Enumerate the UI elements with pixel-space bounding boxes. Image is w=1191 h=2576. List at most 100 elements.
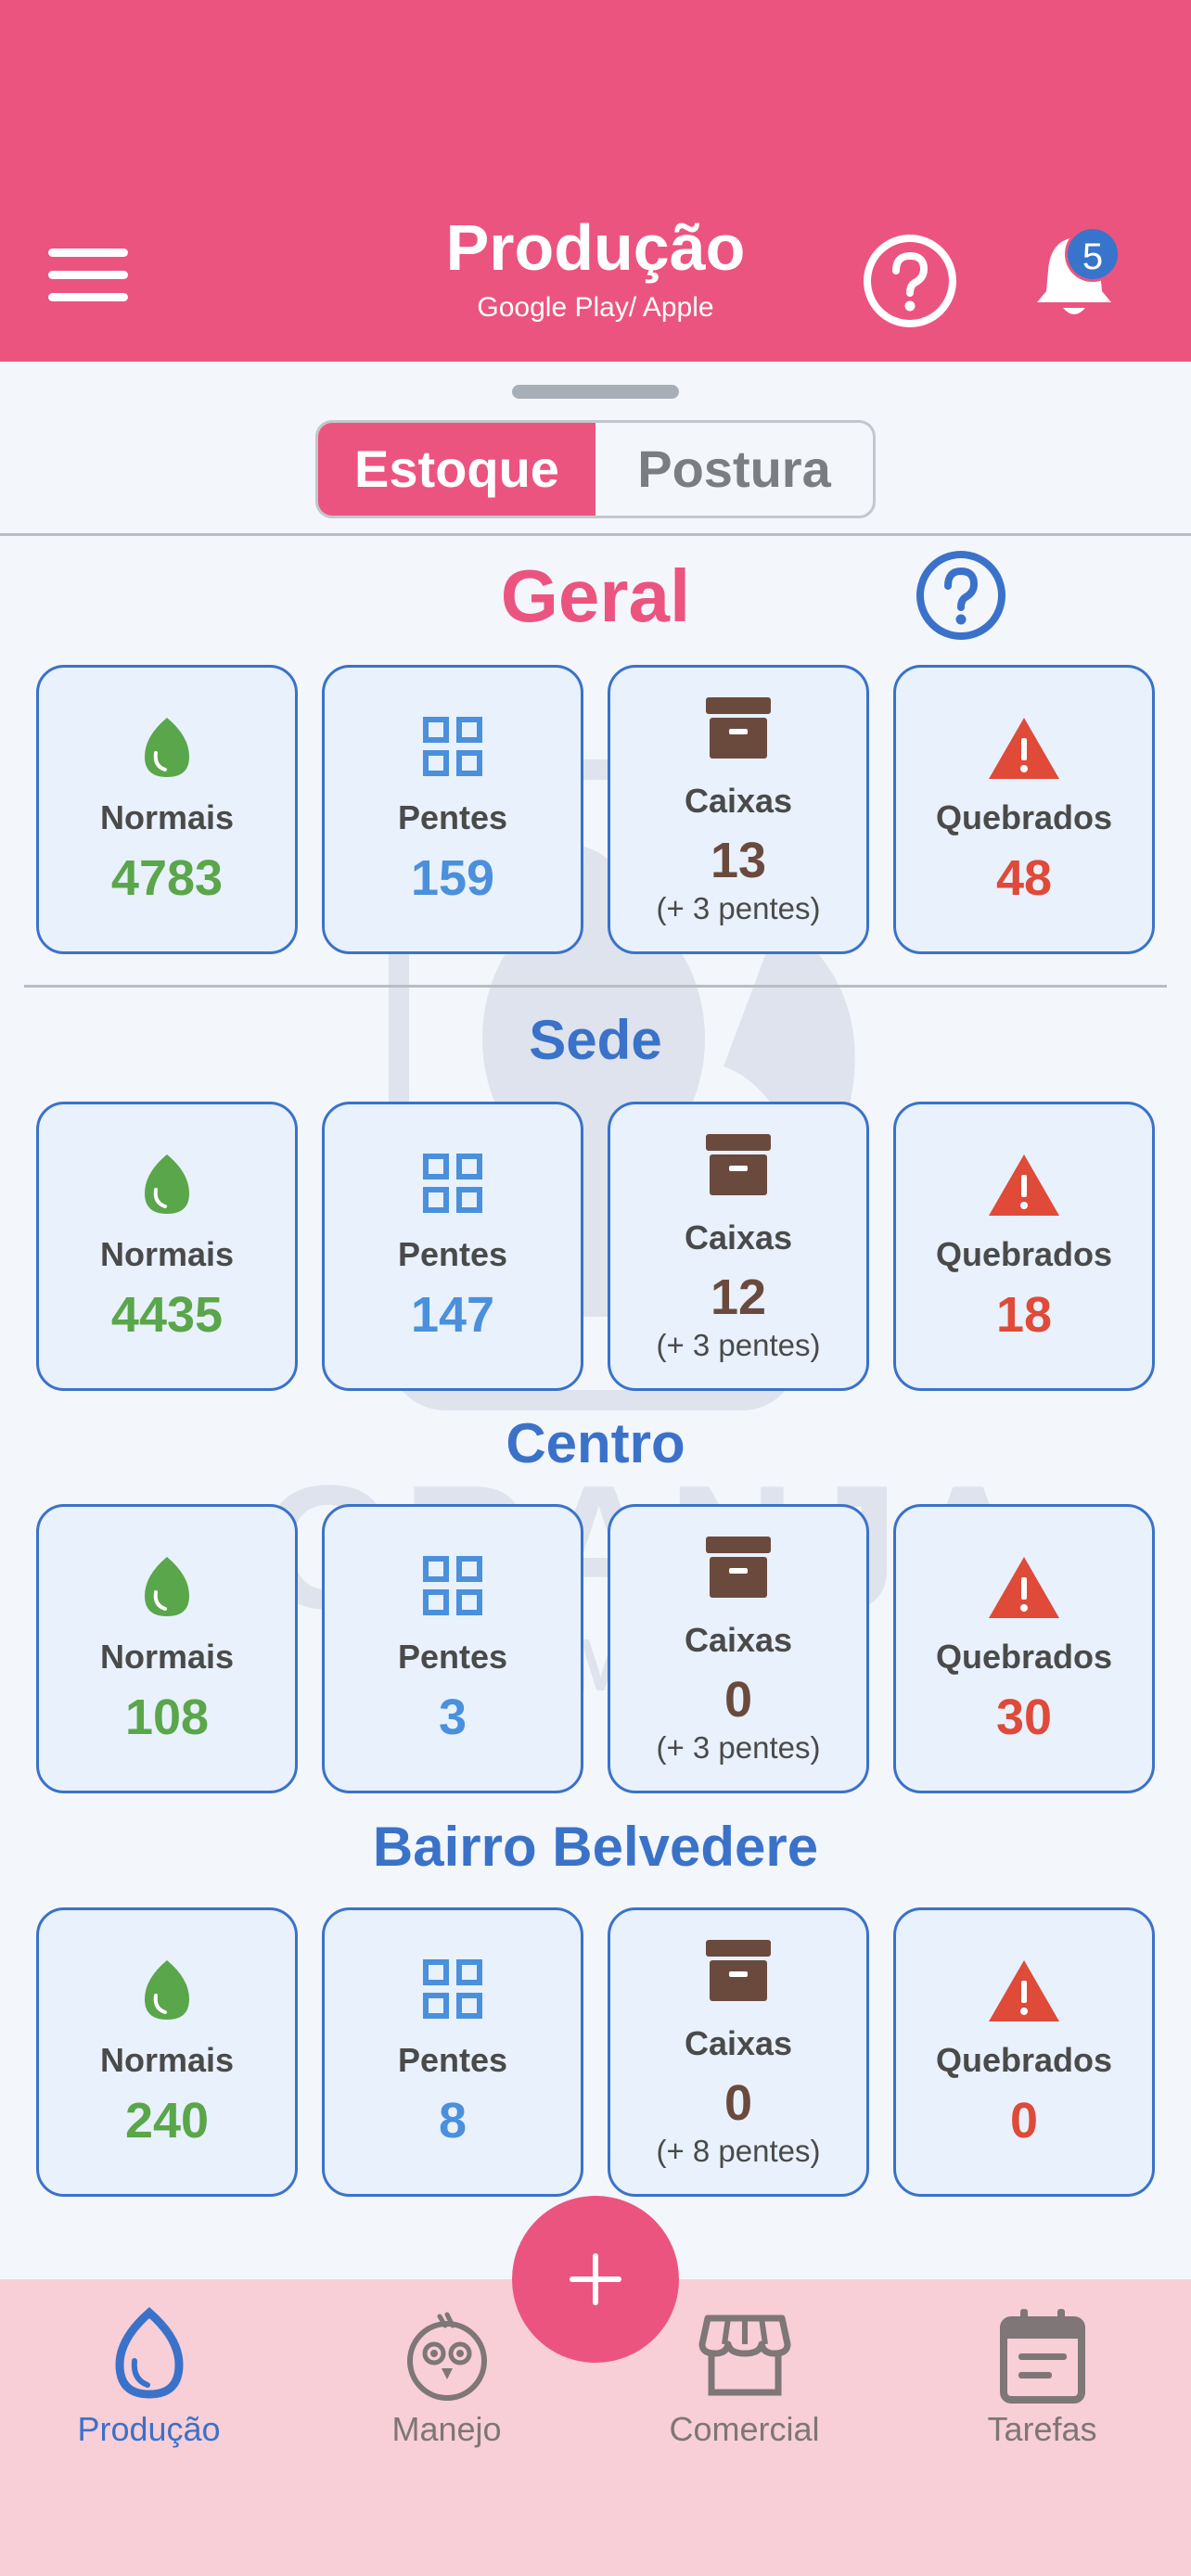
card-label: Quebrados: [935, 1235, 1113, 1273]
card-normais[interactable]: Normais 4435: [36, 1102, 298, 1391]
card-label: Quebrados: [935, 798, 1113, 836]
section-title-centro: Centro: [506, 1412, 685, 1474]
card-caixas[interactable]: Caixas 0 (+ 8 pentes): [608, 1907, 869, 2197]
plus-icon: [570, 2253, 621, 2305]
egg-icon: [145, 1557, 189, 1616]
nav-item-tarefas[interactable]: Tarefas: [893, 2279, 1191, 2465]
card-label: Caixas: [684, 782, 793, 820]
tab-estoque[interactable]: Estoque: [318, 423, 596, 516]
egg-icon: [145, 1154, 189, 1214]
nav-item-producao[interactable]: Produção: [0, 2279, 298, 2465]
card-value: 13: [710, 833, 767, 888]
hamburger-line: [48, 271, 128, 279]
section-title-bairro-belvedere: Bairro Belvedere: [372, 1816, 819, 1878]
card-quebrados[interactable]: Quebrados 48: [893, 665, 1155, 954]
archive-box-icon: [706, 1134, 771, 1195]
section-title-geral: Geral: [500, 555, 691, 637]
card-pentes[interactable]: Pentes 3: [322, 1504, 583, 1793]
card-caixas[interactable]: Caixas 13 (+ 3 pentes): [608, 665, 869, 954]
card-value: 30: [995, 1690, 1053, 1745]
section-title-sede: Sede: [529, 1009, 662, 1071]
notification-badge: 5: [1065, 226, 1121, 282]
question-circle-icon: [864, 235, 956, 327]
card-value: 4783: [110, 850, 224, 906]
card-normais[interactable]: Normais 240: [36, 1907, 298, 2197]
drag-handle[interactable]: [512, 385, 679, 399]
card-value: 159: [410, 850, 495, 906]
card-value: 12: [710, 1269, 767, 1325]
menu-button[interactable]: [48, 249, 128, 302]
egg-icon: [145, 718, 189, 777]
grid-icon: [423, 1556, 482, 1615]
card-label: Pentes: [397, 2041, 508, 2079]
archive-box-icon: [706, 697, 771, 759]
card-label: Caixas: [684, 1218, 793, 1256]
card-extra: (+ 3 pentes): [656, 891, 821, 925]
card-normais[interactable]: Normais 108: [36, 1504, 298, 1793]
card-value: 3: [438, 1690, 467, 1745]
calendar-icon: [999, 2309, 1085, 2404]
egg-icon: [114, 2307, 184, 2399]
card-value: 0: [724, 2075, 753, 2131]
nav-label: Comercial: [669, 2410, 820, 2448]
nav-label: Manejo: [391, 2410, 502, 2448]
card-extra: (+ 3 pentes): [656, 1328, 821, 1362]
card-label: Pentes: [397, 798, 508, 836]
card-pentes[interactable]: Pentes 147: [322, 1102, 583, 1391]
card-pentes[interactable]: Pentes 159: [322, 665, 583, 954]
store-icon: [698, 2315, 790, 2396]
card-label: Normais: [99, 1235, 235, 1273]
card-value: 147: [410, 1287, 495, 1343]
card-normais[interactable]: Normais 4783: [36, 665, 298, 954]
divider: [0, 533, 1191, 536]
page-title: Produção: [445, 211, 746, 284]
card-label: Pentes: [397, 1638, 508, 1676]
stock-tabs: Estoque Postura: [315, 420, 876, 518]
help-button[interactable]: [861, 232, 959, 330]
card-pentes[interactable]: Pentes 8: [322, 1907, 583, 2197]
app-header: Produção Google Play/ Apple 5: [0, 0, 1191, 362]
card-value: 0: [1009, 2093, 1039, 2149]
grid-icon: [423, 1959, 482, 2019]
card-label: Normais: [99, 1638, 235, 1676]
card-extra: (+ 3 pentes): [656, 1730, 821, 1765]
card-quebrados[interactable]: Quebrados 0: [893, 1907, 1155, 2197]
card-extra: (+ 8 pentes): [656, 2134, 821, 2168]
archive-box-icon: [706, 1940, 771, 2001]
card-value: 48: [995, 850, 1053, 906]
card-quebrados[interactable]: Quebrados 18: [893, 1102, 1155, 1391]
card-value: 8: [438, 2093, 467, 2149]
card-quebrados[interactable]: Quebrados 30: [893, 1504, 1155, 1793]
archive-box-icon: [706, 1537, 771, 1598]
add-button[interactable]: [512, 2196, 679, 2363]
egg-icon: [145, 1960, 189, 2020]
card-caixas[interactable]: Caixas 0 (+ 3 pentes): [608, 1504, 869, 1793]
card-label: Normais: [99, 798, 235, 836]
warning-icon: [989, 1154, 1059, 1216]
nav-label: Produção: [77, 2410, 221, 2448]
card-value: 108: [124, 1690, 210, 1745]
card-value: 4435: [110, 1287, 224, 1343]
hamburger-line: [48, 249, 128, 257]
card-label: Caixas: [684, 1621, 793, 1659]
card-label: Quebrados: [935, 1638, 1113, 1676]
warning-icon: [989, 718, 1059, 779]
card-value: 0: [724, 1672, 753, 1728]
question-circle-icon: [916, 551, 1005, 640]
page-subtitle: Google Play/ Apple: [477, 292, 714, 323]
card-caixas[interactable]: Caixas 12 (+ 3 pentes): [608, 1102, 869, 1391]
warning-icon: [989, 1557, 1059, 1618]
nav-label: Tarefas: [987, 2410, 1097, 2448]
grid-icon: [423, 1154, 482, 1213]
chicken-icon: [406, 2312, 487, 2401]
hamburger-line: [48, 293, 128, 301]
card-label: Pentes: [397, 1235, 508, 1273]
warning-icon: [989, 1960, 1059, 2021]
grid-icon: [423, 717, 482, 776]
tab-postura[interactable]: Postura: [596, 423, 873, 516]
card-label: Quebrados: [935, 2041, 1113, 2079]
geral-help-button[interactable]: [915, 549, 1007, 642]
card-label: Normais: [99, 2041, 235, 2079]
card-value: 240: [124, 2093, 210, 2149]
card-label: Caixas: [684, 2024, 793, 2062]
